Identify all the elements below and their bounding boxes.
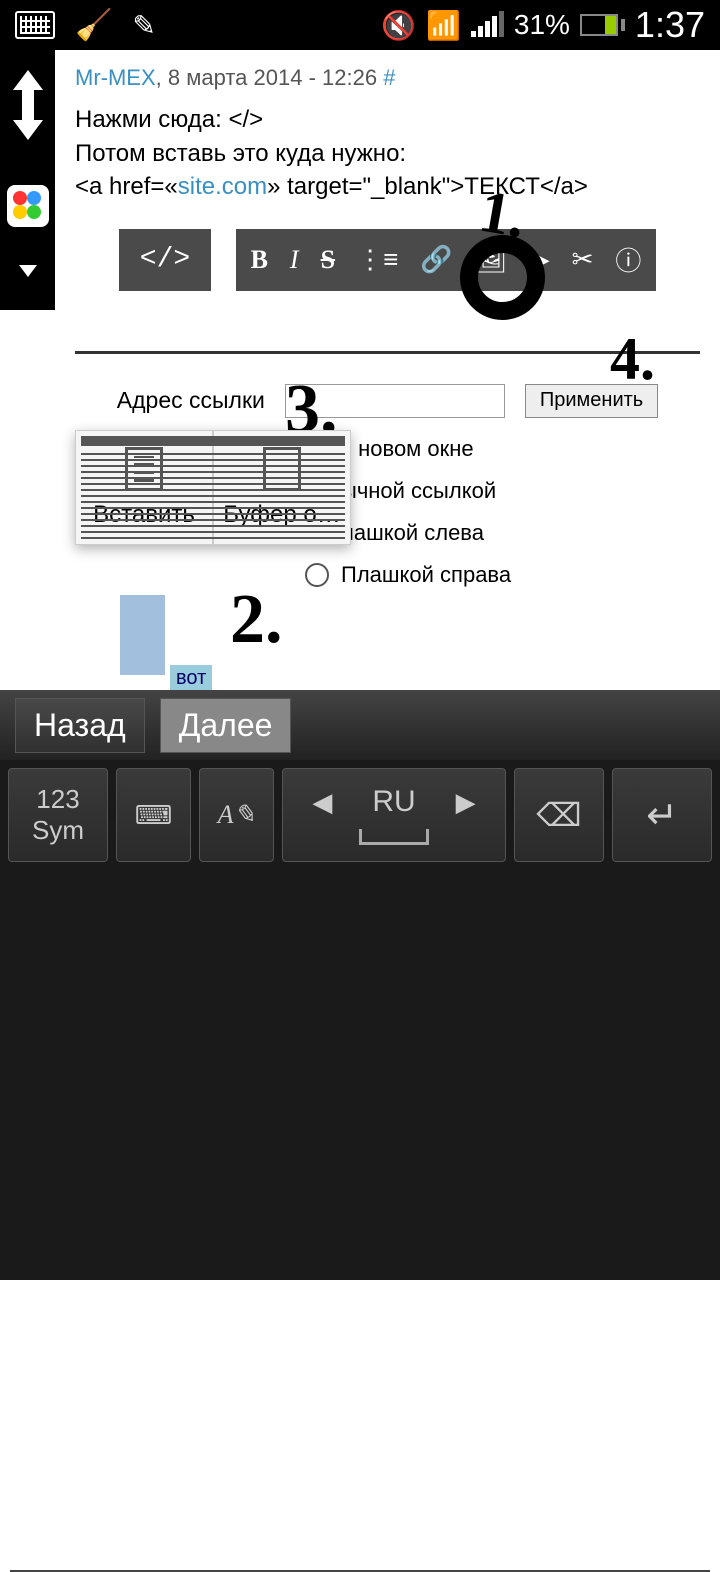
radio-option-3[interactable]: Плашкой справа [305,562,700,588]
expand-icon[interactable] [19,265,37,277]
app-switcher-icon[interactable] [7,185,49,227]
signal-icon [471,13,504,37]
code-button[interactable]: </> [119,229,211,291]
strike-button[interactable]: S [321,245,335,275]
backspace-key[interactable]: ⌫ [514,768,604,862]
keyboard-icon: ⌨ [135,800,173,831]
keyboard: Назад Далее 123Sym ⌨ A✎ ◀RU▶ ⌫ ↵ [0,690,720,1280]
new-window-label: В новом окне [337,436,473,462]
info-button[interactable]: ⓘ [615,241,641,278]
keyboard-indicator-icon [15,11,55,39]
post-line1: Нажми сюда: </> [75,103,700,137]
battery-percent: 31% [514,9,570,41]
example-link[interactable]: site.com [178,173,267,200]
keyboard-nav: Назад Далее [0,690,720,760]
cleaner-icon: 🧹 [75,8,112,43]
annotation-2: 2. [230,580,283,660]
annotation-4: 4. [610,325,655,394]
next-button[interactable]: Далее [160,698,292,753]
context-menu: Вставить Буфер о… [75,430,351,545]
post-meta: Mr-MEX, 8 марта 2014 - 12:26 # [75,65,700,91]
list-button[interactable]: ⋮≡ [357,244,398,275]
scroll-down-button[interactable] [13,120,43,140]
link-style-radios: ычной ссылкой лашкой слева Плашкой справ… [305,478,700,588]
post-permalink[interactable]: # [383,65,395,90]
status-bar: 🧹 ✎ 🔇 📶 31% 1:37 [0,0,720,50]
wifi-icon: 📶 [426,9,461,42]
backspace-icon: ⌫ [536,796,581,834]
prev-lang-icon: ◀ [312,787,332,818]
enter-icon: ↵ [646,793,678,838]
enter-key[interactable]: ↵ [612,768,712,862]
buffer-menu-item[interactable]: Буфер о… [213,430,351,545]
page-content: Mr-MEX, 8 марта 2014 - 12:26 # Нажми сюд… [55,50,720,690]
link-form: Адрес ссылки Применить [75,384,700,418]
next-lang-icon: ▶ [456,787,476,818]
post-body: Нажми сюда: </> Потом вставь это куда ну… [75,103,700,204]
keyboard-row: 123Sym ⌨ A✎ ◀RU▶ ⌫ ↵ [0,760,720,870]
italic-button[interactable]: I [290,245,299,275]
selected-text[interactable]: вот [170,665,212,692]
handwriting-icon: A✎ [218,800,256,830]
clock: 1:37 [635,4,705,46]
mute-icon: 🔇 [381,9,416,42]
address-label: Адрес ссылки [117,387,265,414]
cut-button[interactable]: ✂ [572,244,594,275]
scroll-up-button[interactable] [13,70,43,90]
post-line2: Потом вставь это куда нужно: [75,137,700,171]
handwriting-key[interactable]: A✎ [199,768,274,862]
space-icon [359,829,429,845]
link-button[interactable]: 🔗 [420,244,452,275]
divider [75,351,700,354]
battery-icon [580,14,625,36]
document-icon [263,447,301,491]
radio-option-1[interactable]: ычной ссылкой [305,478,700,504]
post-code: <a href=«site.com» target="_blank">ТЕКСТ… [75,170,700,204]
post-author[interactable]: Mr-MEX [75,65,156,90]
back-button[interactable]: Назад [15,698,145,753]
language-key[interactable]: ◀RU▶ [282,768,506,862]
post-date: 8 марта 2014 - 12:26 [168,65,377,90]
bold-button[interactable]: B [251,245,268,275]
annotation-1: 1. [450,180,550,310]
keyboard-toggle-key[interactable]: ⌨ [116,768,191,862]
radio-option-2[interactable]: лашкой слева [305,520,700,546]
selection-handle-left[interactable] [120,595,165,675]
format-toolbar: B I S ⋮≡ 🔗 🖼 ▶ ✂ ⓘ [236,229,656,291]
side-nav [0,50,55,310]
editor-toolbar: </> B I S ⋮≡ 🔗 🖼 ▶ ✂ ⓘ [75,229,700,291]
pencil-icon: ✎ [132,9,155,42]
sym-key[interactable]: 123Sym [8,768,108,862]
